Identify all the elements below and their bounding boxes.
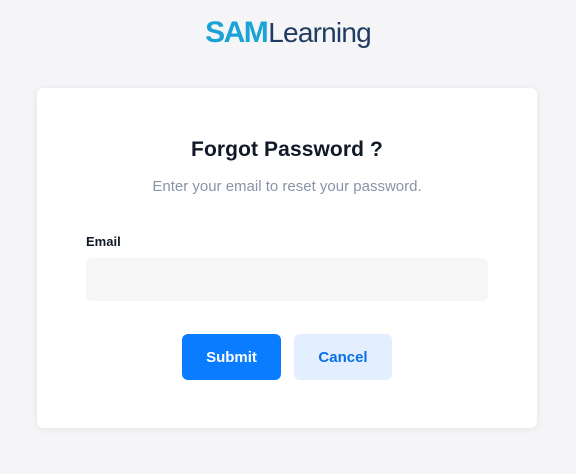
email-label: Email [86, 234, 121, 249]
cancel-button[interactable]: Cancel [294, 334, 392, 380]
logo-sam-text: SAM [205, 16, 269, 49]
email-field[interactable] [86, 258, 488, 301]
forgot-password-card: Forgot Password ? Enter your email to re… [37, 88, 537, 428]
sam-learning-logo: SAMLearning [0, 16, 576, 55]
page-title: Forgot Password ? [191, 138, 383, 161]
logo-learning-text: Learning [268, 17, 371, 48]
page-subtitle: Enter your email to reset your password. [152, 178, 422, 195]
submit-button[interactable]: Submit [182, 334, 281, 380]
